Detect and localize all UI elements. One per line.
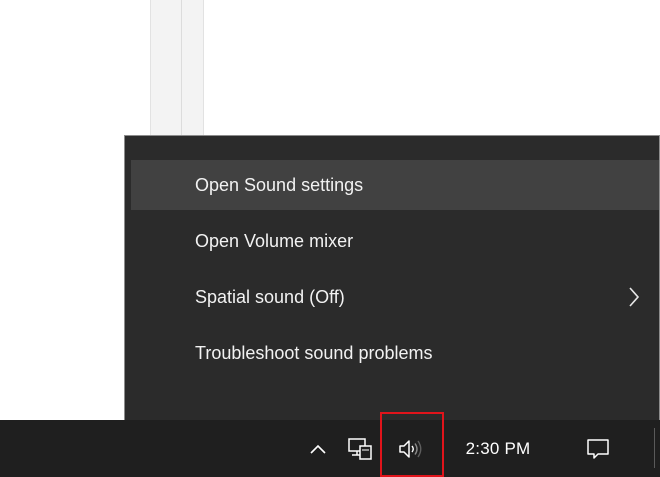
taskbar: 2:30 PM: [0, 420, 660, 477]
taskbar-divider: [654, 428, 655, 468]
menu-item-open-sound-settings[interactable]: Open Sound settings: [131, 160, 659, 210]
background-window-edge: [150, 0, 204, 140]
chevron-right-icon: [629, 287, 640, 307]
menu-item-open-volume-mixer[interactable]: Open Volume mixer: [131, 216, 659, 266]
volume-button[interactable]: [384, 420, 440, 477]
taskbar-clock[interactable]: 2:30 PM: [448, 420, 548, 477]
sound-context-menu: Open Sound settings Open Volume mixer Sp…: [124, 135, 660, 427]
volume-icon: [399, 439, 422, 458]
chevron-up-icon: [310, 444, 326, 454]
menu-item-label: Open Sound settings: [195, 174, 364, 195]
menu-item-label: Troubleshoot sound problems: [195, 342, 433, 363]
menu-item-label: Spatial sound (Off): [195, 286, 345, 307]
network-icon: [348, 437, 372, 460]
show-hidden-icons-button[interactable]: [300, 420, 336, 477]
action-center-button[interactable]: [572, 420, 624, 477]
network-button[interactable]: [340, 420, 380, 477]
menu-item-label: Open Volume mixer: [195, 230, 354, 251]
action-center-icon: [587, 438, 609, 459]
menu-item-spatial-sound[interactable]: Spatial sound (Off): [131, 272, 659, 322]
desktop-screen: Open Sound settings Open Volume mixer Sp…: [0, 0, 660, 477]
menu-item-troubleshoot-sound[interactable]: Troubleshoot sound problems: [131, 328, 659, 378]
window-divider: [181, 0, 182, 140]
